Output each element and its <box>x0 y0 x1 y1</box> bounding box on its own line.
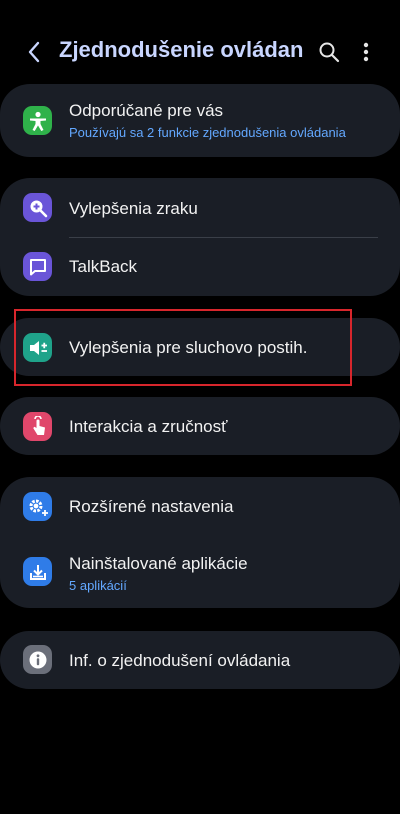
info-icon <box>29 651 46 668</box>
info-row[interactable]: Inf. o zjednodušení ovládania <box>0 631 400 689</box>
info-icon-box <box>23 645 52 674</box>
vision-label: Vylepšenia zraku <box>69 199 198 218</box>
vision-card: Vylepšenia zraku TalkBack <box>0 178 400 296</box>
interaction-icon-box <box>23 412 52 441</box>
accessibility-person-icon <box>29 111 46 131</box>
magnifier-plus-icon <box>30 200 47 217</box>
interaction-card: Interakcia a zručnosť <box>0 397 400 455</box>
recommended-subtitle: Používajú sa 2 funkcie zjednodušenia ovl… <box>69 125 346 140</box>
advanced-label: Rozšírené nastavenia <box>69 497 234 516</box>
recommended-row[interactable]: Odporúčané pre vás Používajú sa 2 funkci… <box>0 84 400 157</box>
download-box-icon <box>29 564 46 580</box>
info-label: Inf. o zjednodušení ovládania <box>69 651 291 670</box>
talkback-icon-box <box>23 252 52 281</box>
chevron-left-icon <box>28 41 40 63</box>
search-icon <box>319 42 340 63</box>
vision-row[interactable]: Vylepšenia zraku <box>0 178 400 237</box>
chat-bubble-icon <box>29 258 46 275</box>
talkback-row[interactable]: TalkBack <box>0 237 400 296</box>
installed-subtitle: 5 aplikácií <box>69 578 127 593</box>
recommended-label: Odporúčané pre vás <box>69 101 224 120</box>
recommended-card: Odporúčané pre vás Používajú sa 2 funkci… <box>0 84 400 157</box>
settings-card: Rozšírené nastavenia Nainštalované aplik… <box>0 477 400 608</box>
advanced-icon-box <box>23 492 52 521</box>
more-options-button[interactable] <box>352 38 380 66</box>
search-button[interactable] <box>315 38 343 66</box>
recommended-icon-box <box>23 106 52 135</box>
interaction-row[interactable]: Interakcia a zručnosť <box>0 397 400 455</box>
back-button[interactable] <box>20 38 48 66</box>
installed-label: Nainštalované aplikácie <box>69 554 248 573</box>
more-vertical-icon <box>363 42 369 62</box>
highlight-box <box>14 309 352 386</box>
info-card: Inf. o zjednodušení ovládania <box>0 631 400 689</box>
gear-plus-icon <box>29 499 48 516</box>
page-title: Zjednodušenie ovládania <box>59 37 304 62</box>
installed-row[interactable]: Nainštalované aplikácie 5 aplikácií <box>0 537 400 608</box>
advanced-row[interactable]: Rozšírené nastavenia <box>0 477 400 537</box>
interaction-label: Interakcia a zručnosť <box>69 417 228 436</box>
touch-hand-icon <box>32 415 45 435</box>
vision-icon-box <box>23 193 52 222</box>
talkback-label: TalkBack <box>69 257 138 276</box>
installed-icon-box <box>23 557 52 586</box>
